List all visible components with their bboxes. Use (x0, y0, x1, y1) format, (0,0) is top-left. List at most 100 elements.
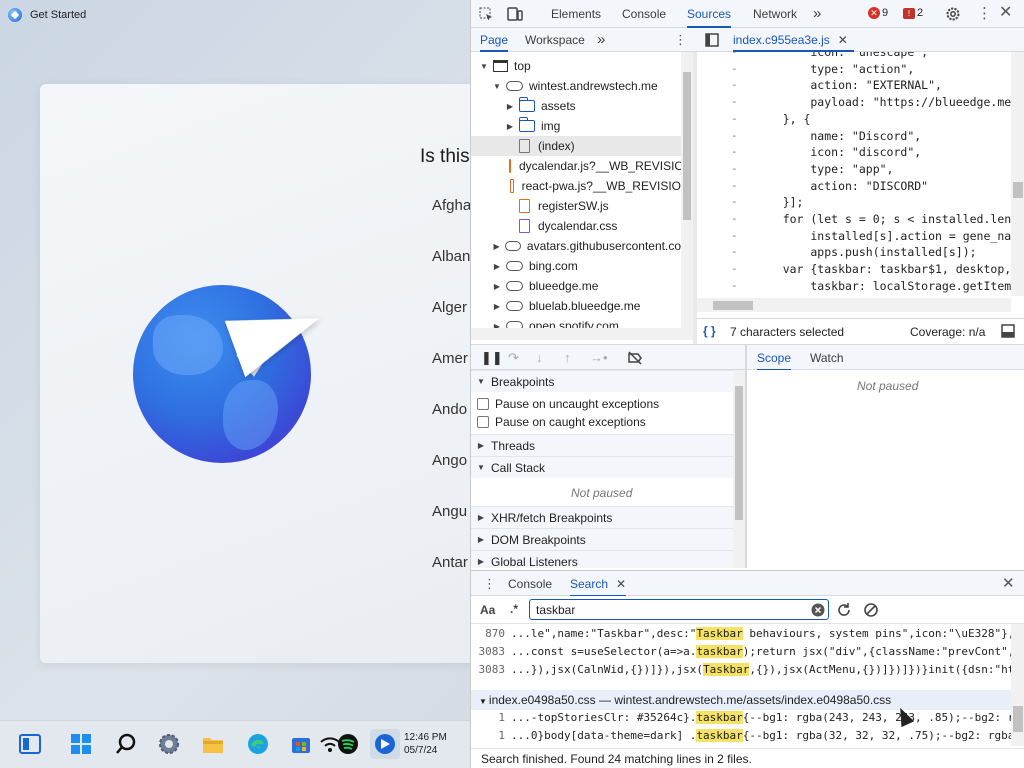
navigator-menu-icon[interactable]: ⋮ (674, 33, 687, 46)
tree-item[interactable]: ▶ blueedge.me (471, 276, 681, 296)
toggle-navigator-icon[interactable] (705, 33, 719, 47)
xhr-breakpoints-section[interactable]: ▶ XHR/fetch Breakpoints (471, 506, 733, 528)
search-input[interactable] (529, 599, 829, 620)
results-scroll-thumb[interactable] (1013, 706, 1023, 732)
tree-item[interactable]: ▼ wintest.andrewstech.me (471, 76, 681, 96)
tab-watch[interactable]: Watch (810, 345, 844, 371)
tree-item[interactable]: ▶ img (471, 116, 681, 136)
error-count[interactable]: ✕ 9 (868, 7, 888, 19)
start-icon[interactable] (69, 732, 93, 756)
country-option[interactable]: Alban (432, 248, 470, 265)
call-stack-section[interactable]: ▼ Call Stack (471, 456, 733, 478)
close-file-icon[interactable]: ✕ (838, 28, 848, 52)
step-icon[interactable]: →• (590, 351, 608, 364)
dom-breakpoints-section[interactable]: ▶ DOM Breakpoints (471, 528, 733, 550)
tab-sources[interactable]: Sources (687, 0, 732, 28)
drawer-menu-icon[interactable]: ⋮ (483, 577, 496, 590)
step-out-icon[interactable]: ↑ (564, 351, 571, 364)
inspect-element-icon[interactable] (479, 7, 493, 21)
search-result-line[interactable]: 870 ...le",name:"Taskbar",desc:"Taskbar b… (471, 624, 1011, 644)
country-option[interactable]: Amer (432, 350, 468, 367)
breakpoints-section[interactable]: ▼ Breakpoints (471, 370, 733, 392)
pause-caught-row[interactable]: Pause on caught exceptions (477, 413, 646, 431)
tree-item[interactable]: ▼ top (471, 56, 681, 76)
country-option[interactable]: Angu (432, 503, 467, 520)
pause-uncaught-row[interactable]: Pause on uncaught exceptions (477, 395, 659, 413)
global-listeners-section[interactable]: ▶ Global Listeners (471, 550, 733, 568)
tab-workspace[interactable]: Workspace (525, 28, 585, 52)
tab-network[interactable]: Network (753, 0, 797, 28)
deactivate-breakpoints-icon[interactable] (627, 351, 643, 365)
match-case-toggle[interactable]: Aa (480, 603, 495, 617)
tab-page[interactable]: Page (480, 28, 509, 52)
country-option[interactable]: Afgha (432, 197, 471, 214)
widgets-icon[interactable] (18, 732, 42, 756)
pause-uncaught-checkbox[interactable] (477, 398, 489, 410)
country-option[interactable]: Antar (432, 554, 468, 571)
pause-icon[interactable]: ❚❚ (481, 351, 503, 364)
search-result-line[interactable]: 1 ...0}body[data-theme=dark] .taskbar{--b… (471, 726, 1011, 746)
step-over-icon[interactable]: ↷ (508, 351, 519, 364)
edge-icon[interactable] (246, 732, 270, 756)
search-toolbar: Aa .* (471, 596, 1024, 624)
js-file-icon (519, 199, 530, 213)
search-result-file-header[interactable]: ▼ index.e0498a50.css — wintest.andrewstec… (471, 690, 1011, 710)
navigator-horizontal-scrollbar[interactable] (471, 328, 693, 340)
tree-item[interactable]: react-pwa.js?__WB_REVISIO (471, 176, 681, 196)
tree-item[interactable]: ▶ avatars.githubusercontent.co (471, 236, 682, 256)
close-drawer-icon[interactable]: ✕ (1002, 576, 1015, 591)
debugger-scroll-thumb[interactable] (735, 386, 743, 520)
editor-scroll-thumb[interactable] (1013, 182, 1023, 198)
tree-item[interactable]: ▶ bluelab.blueedge.me (471, 296, 681, 316)
close-icon[interactable]: ✕ (999, 5, 1012, 21)
country-option[interactable]: Ando (432, 401, 467, 418)
bluedge-icon[interactable] (370, 729, 400, 759)
navigator-scroll-thumb[interactable] (683, 72, 691, 220)
search-result-line[interactable]: 1 ...-topStoriesClr: #35264c}.taskbar{--b… (471, 708, 1011, 728)
editor-scrollbar[interactable] (1011, 52, 1024, 296)
code-editor[interactable]: - - - - - - - - - - - - - - - icon: "unescape", type: … (697, 52, 1024, 296)
spotify-icon[interactable] (336, 732, 360, 756)
drawer-tab-console[interactable]: Console (508, 571, 552, 597)
regex-toggle[interactable]: .* (510, 602, 518, 616)
tab-console[interactable]: Console (622, 0, 666, 28)
pretty-print-icon[interactable]: { } (703, 324, 716, 338)
pause-caught-checkbox[interactable] (477, 416, 489, 428)
drawer-tab-search[interactable]: Search ✕ (570, 571, 627, 597)
tree-item[interactable]: ▶ bing.com (471, 256, 681, 276)
tree-item[interactable]: ▶ assets (471, 96, 681, 116)
clear-search-icon[interactable] (811, 603, 825, 617)
threads-section[interactable]: ▶ Threads (471, 434, 733, 456)
device-toolbar-icon[interactable] (507, 7, 523, 21)
gear-icon[interactable] (945, 6, 961, 22)
settings-icon[interactable] (157, 732, 181, 756)
tree-item[interactable]: dycalendar.js?__WB_REVISIO (471, 156, 684, 176)
taskbar-clock[interactable]: 12:46 PM 05/7/24 (404, 731, 447, 757)
editor-file-tab[interactable]: index.c955ea3e.js ✕ (733, 28, 854, 52)
expand-arrow-icon: ▼ (480, 61, 488, 71)
toggle-debugger-icon[interactable] (1001, 324, 1015, 338)
country-option[interactable]: Alger (432, 299, 467, 316)
step-into-icon[interactable]: ↓ (536, 351, 543, 364)
tab-scope[interactable]: Scope (757, 345, 792, 371)
country-option[interactable]: Ango (432, 452, 467, 469)
close-search-tab-icon[interactable]: ✕ (616, 571, 626, 597)
search-result-line[interactable]: 3083 ...const s=useSelector(a=>a.taskbar)… (471, 642, 1011, 662)
search-result-line[interactable]: 3083 ...}),jsx(CalnWid,{})]}),jsx(Taskbar… (471, 660, 1011, 680)
tab-elements[interactable]: Elements (551, 0, 601, 28)
tree-item[interactable]: registerSW.js (471, 196, 681, 216)
refresh-icon[interactable] (836, 602, 852, 618)
more-source-tabs-icon[interactable]: » (597, 28, 605, 52)
more-tabs-icon[interactable]: » (813, 0, 821, 28)
clear-results-icon[interactable] (863, 602, 879, 618)
tree-item-label: img (541, 119, 561, 133)
file-explorer-icon[interactable] (201, 732, 225, 756)
tree-item[interactable]: dycalendar.css (471, 216, 681, 236)
store-icon[interactable] (289, 732, 313, 756)
editor-horizontal-thumb[interactable] (713, 301, 753, 310)
search-icon[interactable] (114, 732, 138, 756)
kebab-menu-icon[interactable]: ⋮ (977, 6, 992, 21)
tree-item[interactable]: (index) (471, 136, 681, 156)
warning-count[interactable]: ! 2 (903, 7, 923, 19)
editor-gutter[interactable]: - - - - - - - - - - - - - - - (697, 52, 745, 296)
